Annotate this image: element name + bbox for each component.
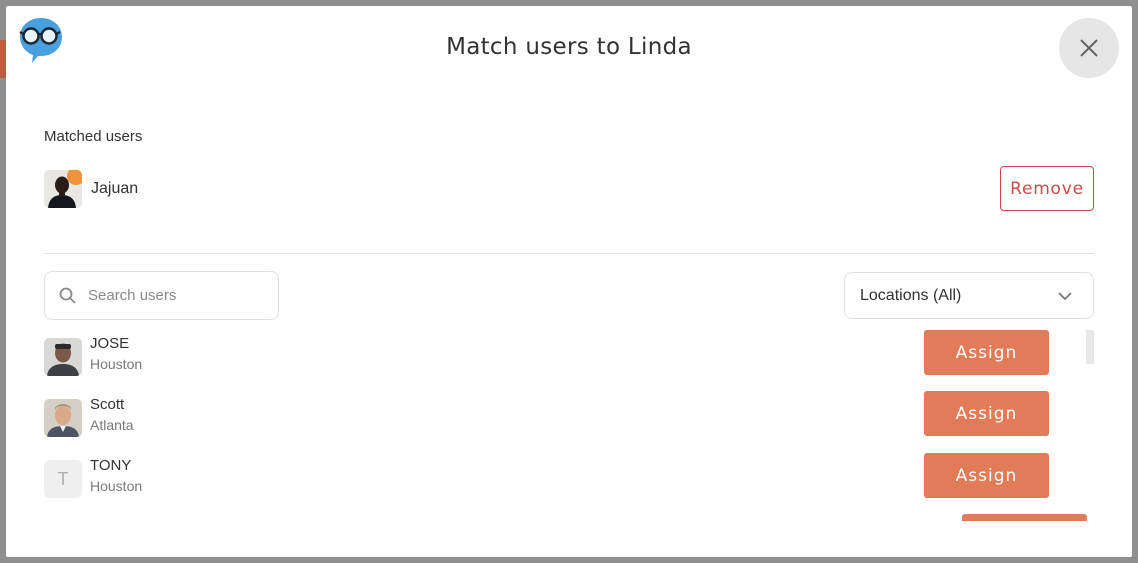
user-location: Houston	[90, 356, 143, 372]
avatar	[44, 170, 82, 208]
matched-users-label: Matched users	[44, 128, 143, 145]
divider	[44, 253, 1094, 254]
user-name: TONY	[90, 457, 132, 474]
user-name: JOSE	[90, 335, 130, 352]
search-input[interactable]	[88, 287, 258, 304]
user-location: Atlanta	[90, 417, 134, 433]
remove-button[interactable]: Remove	[1000, 166, 1094, 211]
search-icon	[59, 287, 76, 304]
avatar	[44, 399, 82, 437]
list-item-partial	[44, 518, 1094, 521]
assign-button[interactable]: Assign	[924, 453, 1049, 498]
avatar: T	[44, 460, 82, 498]
chevron-down-icon	[1058, 291, 1072, 300]
matched-user-row: Jajuan	[44, 170, 138, 208]
user-name: Scott	[90, 396, 125, 413]
modal-title: Match users to Linda	[446, 34, 692, 60]
close-button[interactable]	[1059, 18, 1119, 78]
assign-button-partial	[962, 514, 1087, 521]
locations-dropdown-value: Locations (All)	[860, 286, 962, 304]
search-field[interactable]	[44, 271, 279, 320]
locations-dropdown[interactable]: Locations (All)	[844, 272, 1094, 319]
scrollbar[interactable]	[1086, 330, 1094, 364]
assign-button[interactable]: Assign	[924, 330, 1049, 375]
avatar	[44, 338, 82, 376]
match-users-modal: Match users to Linda Matched users Jajua…	[6, 6, 1132, 557]
user-location: Houston	[90, 478, 143, 494]
avatar-initial: T	[44, 460, 82, 498]
close-icon	[1080, 39, 1098, 57]
matched-user-name: Jajuan	[91, 180, 139, 197]
assign-button[interactable]: Assign	[924, 391, 1049, 436]
